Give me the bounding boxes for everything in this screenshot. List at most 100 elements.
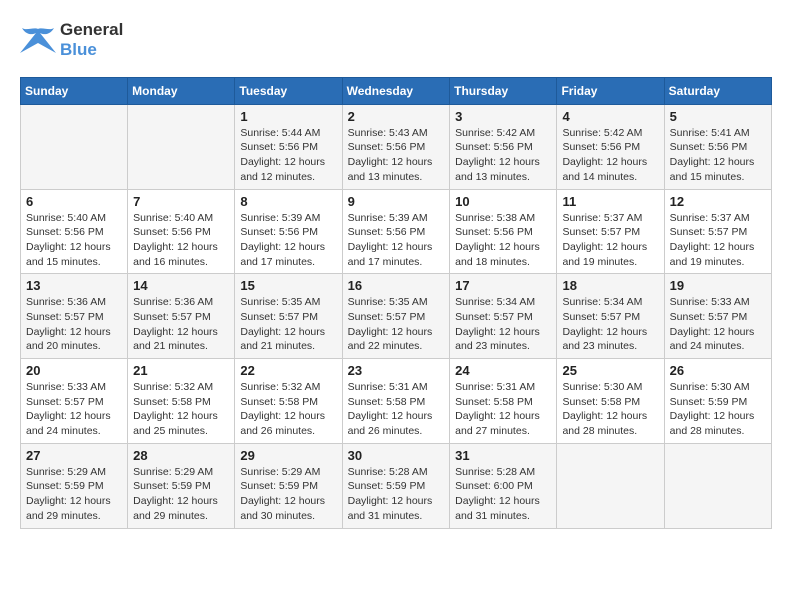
day-number: 13 [26,278,122,293]
day-number: 8 [240,194,336,209]
calendar-cell: 9 Sunrise: 5:39 AMSunset: 5:56 PMDayligh… [342,189,450,274]
calendar-table: SundayMondayTuesdayWednesdayThursdayFrid… [20,77,772,529]
weekday-header-row: SundayMondayTuesdayWednesdayThursdayFrid… [21,77,772,104]
calendar-cell: 25 Sunrise: 5:30 AMSunset: 5:58 PMDaylig… [557,359,664,444]
day-number: 14 [133,278,229,293]
calendar-cell: 27 Sunrise: 5:29 AMSunset: 5:59 PMDaylig… [21,443,128,528]
cell-info: Sunrise: 5:28 AMSunset: 5:59 PMDaylight:… [348,465,445,524]
calendar-cell: 4 Sunrise: 5:42 AMSunset: 5:56 PMDayligh… [557,104,664,189]
cell-info: Sunrise: 5:37 AMSunset: 5:57 PMDaylight:… [670,211,766,270]
calendar-cell: 7 Sunrise: 5:40 AMSunset: 5:56 PMDayligh… [128,189,235,274]
calendar-cell: 28 Sunrise: 5:29 AMSunset: 5:59 PMDaylig… [128,443,235,528]
calendar-cell [128,104,235,189]
cell-info: Sunrise: 5:35 AMSunset: 5:57 PMDaylight:… [240,295,336,354]
day-number: 11 [562,194,658,209]
logo-line1: General [60,20,123,40]
day-number: 24 [455,363,551,378]
calendar-cell [664,443,771,528]
cell-info: Sunrise: 5:35 AMSunset: 5:57 PMDaylight:… [348,295,445,354]
calendar-cell: 13 Sunrise: 5:36 AMSunset: 5:57 PMDaylig… [21,274,128,359]
calendar-cell: 14 Sunrise: 5:36 AMSunset: 5:57 PMDaylig… [128,274,235,359]
calendar-cell: 1 Sunrise: 5:44 AMSunset: 5:56 PMDayligh… [235,104,342,189]
cell-info: Sunrise: 5:34 AMSunset: 5:57 PMDaylight:… [455,295,551,354]
logo-line2: Blue [60,40,123,60]
weekday-header: Saturday [664,77,771,104]
cell-info: Sunrise: 5:39 AMSunset: 5:56 PMDaylight:… [240,211,336,270]
cell-info: Sunrise: 5:39 AMSunset: 5:56 PMDaylight:… [348,211,445,270]
cell-info: Sunrise: 5:43 AMSunset: 5:56 PMDaylight:… [348,126,445,185]
cell-info: Sunrise: 5:30 AMSunset: 5:59 PMDaylight:… [670,380,766,439]
calendar-cell: 31 Sunrise: 5:28 AMSunset: 6:00 PMDaylig… [450,443,557,528]
calendar-cell: 23 Sunrise: 5:31 AMSunset: 5:58 PMDaylig… [342,359,450,444]
day-number: 25 [562,363,658,378]
weekday-header: Thursday [450,77,557,104]
cell-info: Sunrise: 5:31 AMSunset: 5:58 PMDaylight:… [348,380,445,439]
calendar-body: 1 Sunrise: 5:44 AMSunset: 5:56 PMDayligh… [21,104,772,528]
calendar-cell: 16 Sunrise: 5:35 AMSunset: 5:57 PMDaylig… [342,274,450,359]
cell-info: Sunrise: 5:42 AMSunset: 5:56 PMDaylight:… [562,126,658,185]
day-number: 31 [455,448,551,463]
day-number: 28 [133,448,229,463]
calendar-cell: 26 Sunrise: 5:30 AMSunset: 5:59 PMDaylig… [664,359,771,444]
day-number: 2 [348,109,445,124]
cell-info: Sunrise: 5:28 AMSunset: 6:00 PMDaylight:… [455,465,551,524]
day-number: 3 [455,109,551,124]
calendar-cell: 3 Sunrise: 5:42 AMSunset: 5:56 PMDayligh… [450,104,557,189]
cell-info: Sunrise: 5:36 AMSunset: 5:57 PMDaylight:… [133,295,229,354]
calendar-cell: 10 Sunrise: 5:38 AMSunset: 5:56 PMDaylig… [450,189,557,274]
cell-info: Sunrise: 5:38 AMSunset: 5:56 PMDaylight:… [455,211,551,270]
day-number: 1 [240,109,336,124]
day-number: 20 [26,363,122,378]
calendar-week-row: 6 Sunrise: 5:40 AMSunset: 5:56 PMDayligh… [21,189,772,274]
weekday-header: Friday [557,77,664,104]
calendar-cell [557,443,664,528]
logo-icon [20,25,56,55]
day-number: 6 [26,194,122,209]
cell-info: Sunrise: 5:33 AMSunset: 5:57 PMDaylight:… [26,380,122,439]
calendar-week-row: 27 Sunrise: 5:29 AMSunset: 5:59 PMDaylig… [21,443,772,528]
calendar-cell: 29 Sunrise: 5:29 AMSunset: 5:59 PMDaylig… [235,443,342,528]
calendar-cell: 18 Sunrise: 5:34 AMSunset: 5:57 PMDaylig… [557,274,664,359]
weekday-header: Sunday [21,77,128,104]
calendar-cell: 2 Sunrise: 5:43 AMSunset: 5:56 PMDayligh… [342,104,450,189]
calendar-week-row: 13 Sunrise: 5:36 AMSunset: 5:57 PMDaylig… [21,274,772,359]
cell-info: Sunrise: 5:29 AMSunset: 5:59 PMDaylight:… [133,465,229,524]
day-number: 12 [670,194,766,209]
weekday-header: Monday [128,77,235,104]
day-number: 10 [455,194,551,209]
day-number: 19 [670,278,766,293]
calendar-week-row: 20 Sunrise: 5:33 AMSunset: 5:57 PMDaylig… [21,359,772,444]
cell-info: Sunrise: 5:41 AMSunset: 5:56 PMDaylight:… [670,126,766,185]
calendar-cell: 22 Sunrise: 5:32 AMSunset: 5:58 PMDaylig… [235,359,342,444]
calendar-week-row: 1 Sunrise: 5:44 AMSunset: 5:56 PMDayligh… [21,104,772,189]
day-number: 18 [562,278,658,293]
calendar-cell: 12 Sunrise: 5:37 AMSunset: 5:57 PMDaylig… [664,189,771,274]
calendar-cell: 8 Sunrise: 5:39 AMSunset: 5:56 PMDayligh… [235,189,342,274]
day-number: 4 [562,109,658,124]
cell-info: Sunrise: 5:44 AMSunset: 5:56 PMDaylight:… [240,126,336,185]
calendar-cell: 6 Sunrise: 5:40 AMSunset: 5:56 PMDayligh… [21,189,128,274]
day-number: 27 [26,448,122,463]
cell-info: Sunrise: 5:36 AMSunset: 5:57 PMDaylight:… [26,295,122,354]
calendar-header: SundayMondayTuesdayWednesdayThursdayFrid… [21,77,772,104]
calendar-cell: 30 Sunrise: 5:28 AMSunset: 5:59 PMDaylig… [342,443,450,528]
day-number: 30 [348,448,445,463]
calendar-cell: 20 Sunrise: 5:33 AMSunset: 5:57 PMDaylig… [21,359,128,444]
day-number: 29 [240,448,336,463]
calendar-cell: 5 Sunrise: 5:41 AMSunset: 5:56 PMDayligh… [664,104,771,189]
page-header: General Blue [20,20,772,61]
cell-info: Sunrise: 5:42 AMSunset: 5:56 PMDaylight:… [455,126,551,185]
calendar-cell: 19 Sunrise: 5:33 AMSunset: 5:57 PMDaylig… [664,274,771,359]
calendar-cell: 21 Sunrise: 5:32 AMSunset: 5:58 PMDaylig… [128,359,235,444]
cell-info: Sunrise: 5:33 AMSunset: 5:57 PMDaylight:… [670,295,766,354]
cell-info: Sunrise: 5:30 AMSunset: 5:58 PMDaylight:… [562,380,658,439]
day-number: 23 [348,363,445,378]
cell-info: Sunrise: 5:40 AMSunset: 5:56 PMDaylight:… [133,211,229,270]
day-number: 17 [455,278,551,293]
weekday-header: Wednesday [342,77,450,104]
day-number: 16 [348,278,445,293]
cell-info: Sunrise: 5:32 AMSunset: 5:58 PMDaylight:… [133,380,229,439]
cell-info: Sunrise: 5:29 AMSunset: 5:59 PMDaylight:… [26,465,122,524]
cell-info: Sunrise: 5:31 AMSunset: 5:58 PMDaylight:… [455,380,551,439]
day-number: 26 [670,363,766,378]
